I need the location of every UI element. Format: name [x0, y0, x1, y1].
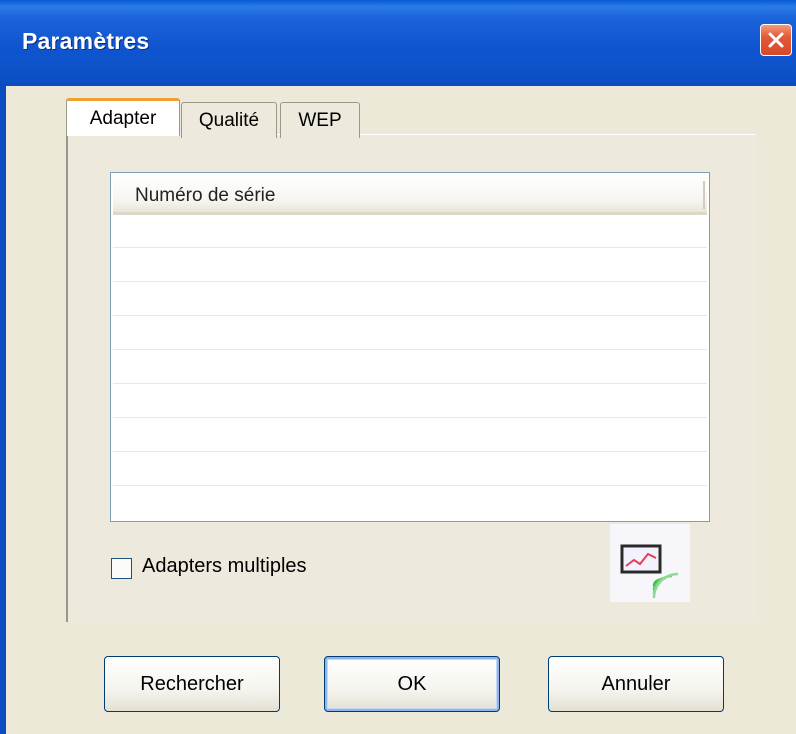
- list-row-divider: [113, 417, 707, 418]
- multiple-adapters-checkbox[interactable]: [111, 558, 132, 579]
- close-button[interactable]: [760, 24, 792, 56]
- serial-number-list[interactable]: Numéro de série: [110, 172, 710, 522]
- tab-wep-label: WEP: [298, 109, 342, 131]
- tab-adapter[interactable]: Adapter: [66, 98, 180, 136]
- tab-wep[interactable]: WEP: [280, 102, 360, 138]
- list-row-divider: [113, 247, 707, 248]
- column-separator[interactable]: [703, 181, 705, 209]
- window-border: [0, 86, 6, 734]
- window-title: Paramètres: [22, 28, 150, 54]
- list-row-divider: [113, 315, 707, 316]
- list-row-divider: [113, 485, 707, 486]
- column-header-serial-number[interactable]: Numéro de série: [135, 185, 275, 207]
- list-row-divider: [113, 281, 707, 282]
- tab-qualite[interactable]: Qualité: [181, 102, 277, 138]
- title-bar[interactable]: Paramètres: [0, 0, 796, 86]
- list-row-divider: [113, 451, 707, 452]
- tab-adapter-label: Adapter: [89, 107, 157, 129]
- wireless-monitor-icon[interactable]: [610, 524, 690, 602]
- cancel-button[interactable]: Annuler: [548, 656, 724, 712]
- multiple-adapters-label[interactable]: Adapters multiples: [142, 555, 307, 578]
- list-header[interactable]: Numéro de série: [113, 175, 707, 215]
- close-icon: [768, 32, 784, 48]
- list-row-divider: [113, 383, 707, 384]
- search-button[interactable]: Rechercher: [104, 656, 280, 712]
- list-row-divider: [113, 349, 707, 350]
- ok-button[interactable]: OK: [324, 656, 500, 712]
- tab-qualite-label: Qualité: [198, 109, 260, 131]
